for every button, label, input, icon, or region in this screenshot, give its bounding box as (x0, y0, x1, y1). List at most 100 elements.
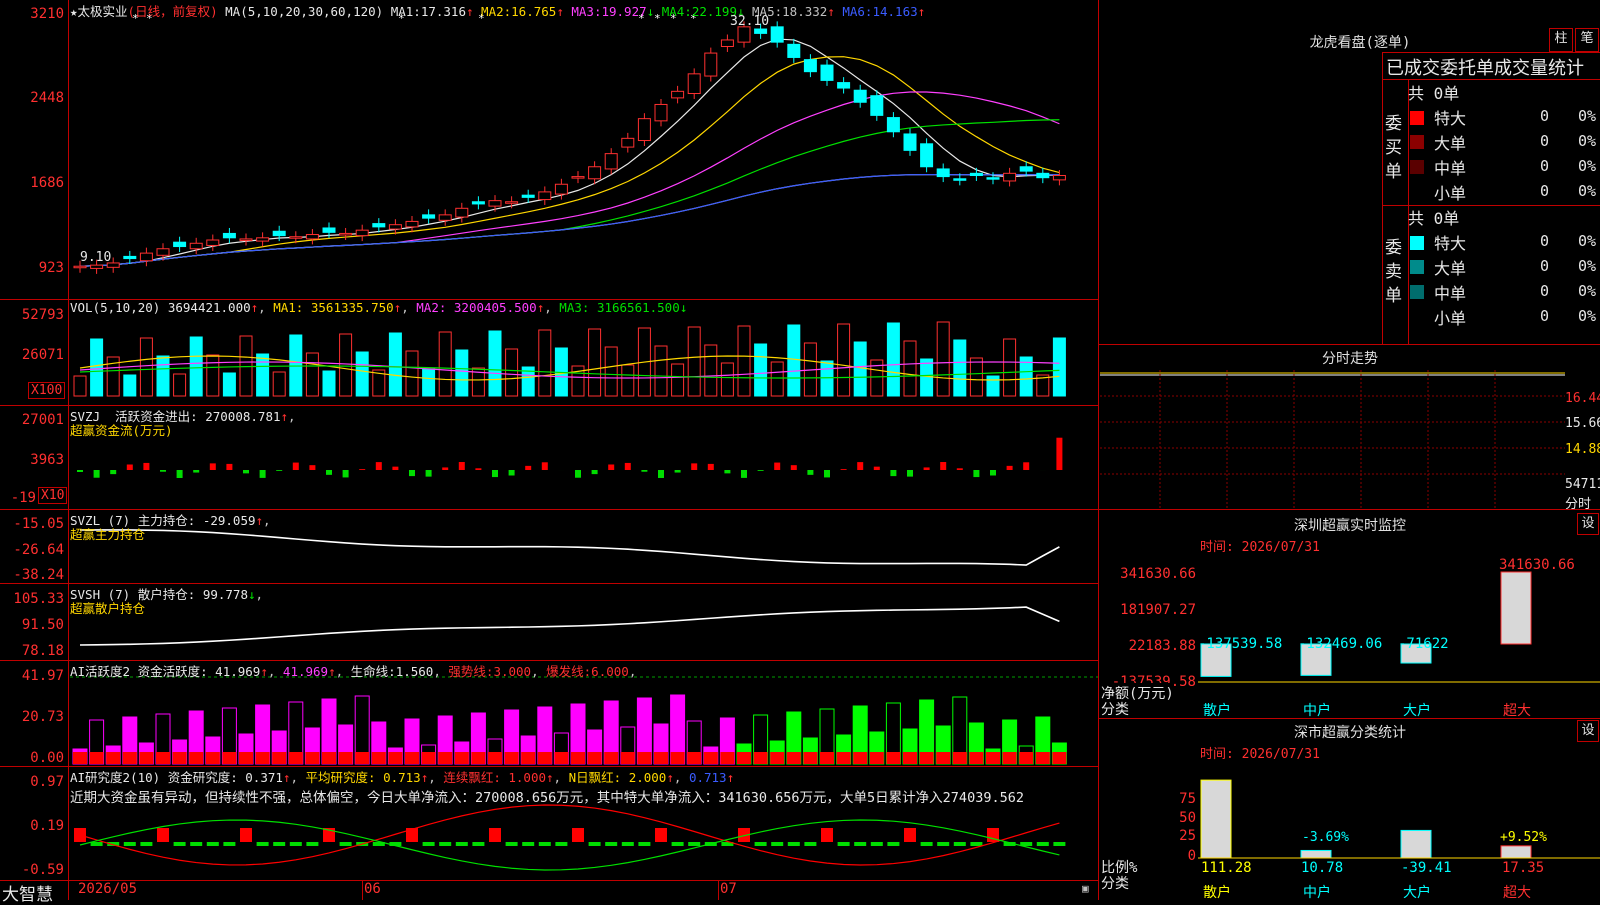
ma-params[interactable]: MA(5,10,20,30,60,120) (225, 4, 383, 19)
research-bar (489, 828, 501, 842)
research-bar (605, 842, 617, 846)
volume-bar (921, 359, 933, 396)
vol-unit-badge[interactable]: X100 (28, 382, 65, 399)
svzj-unit-badge[interactable]: X10 (38, 487, 67, 504)
row-pct: 0% (1578, 282, 1596, 300)
candle-body (423, 215, 435, 218)
research-bar (257, 842, 269, 846)
research-bar (688, 842, 700, 846)
activity-base-bar (1036, 752, 1050, 764)
active-y-tick: 20.73 (0, 709, 64, 725)
activity-base-bar (355, 752, 369, 764)
research-bar (838, 842, 850, 846)
candle-body (257, 238, 269, 241)
candle-body (854, 90, 866, 102)
row-label: 小单 (1434, 305, 1466, 329)
ss-bar (1501, 846, 1531, 858)
candle-body (970, 173, 982, 175)
sz-bar-value: -132469.06 (1298, 636, 1382, 652)
activity-base-bar (870, 752, 884, 764)
ss-cat-label: 分类 (1101, 873, 1129, 893)
research-bar (655, 828, 667, 842)
activity-base-bar (604, 752, 618, 764)
research-bar (506, 842, 518, 846)
candle-body (1037, 173, 1049, 177)
volume-bar (1053, 338, 1065, 396)
intraday-title: 分时走势 (1250, 348, 1450, 368)
ss-bar (1201, 780, 1231, 858)
fund-flow-bar (907, 470, 913, 477)
activity-base-bar (206, 752, 220, 764)
lock-icon[interactable]: ▣ (1082, 882, 1089, 895)
volume-bar (970, 358, 982, 396)
fund-flow-bar (1023, 462, 1029, 470)
activity-base-bar (422, 752, 436, 764)
candle-body (207, 240, 219, 245)
research-bar (306, 842, 318, 846)
candle-body (389, 225, 401, 229)
activity-base-bar (687, 752, 701, 764)
ss-settings-button[interactable]: 设 (1577, 720, 1599, 742)
dragon-divider (1382, 52, 1600, 53)
svzl-sub: 超赢主力持仓 (70, 524, 145, 543)
candle-body (240, 239, 252, 241)
bar-mode-button[interactable]: 柱 (1549, 28, 1573, 52)
retail-position-line (80, 607, 1059, 645)
color-swatch (1410, 135, 1424, 149)
volume-bar (589, 329, 601, 396)
row-label: 大单 (1434, 130, 1466, 154)
row-label: 中单 (1434, 280, 1466, 304)
volume-bar (954, 340, 966, 396)
date-divider (362, 880, 363, 900)
research-bar (638, 842, 650, 846)
research-bar (456, 842, 468, 846)
color-swatch (1410, 160, 1424, 174)
stock-name[interactable]: 太极实业 (78, 4, 128, 19)
research-bar (672, 842, 684, 846)
fund-flow-bar (177, 470, 183, 478)
fund-flow-bar (426, 470, 432, 477)
activity-base-bar (820, 752, 834, 764)
activity-base-bar (837, 752, 851, 764)
svzj-y-tick: 27001 (0, 412, 64, 428)
activity-base-bar (903, 752, 917, 764)
candle-body (1020, 167, 1032, 171)
tick-mode-button[interactable]: 笔 (1575, 28, 1599, 52)
research-bar (937, 842, 949, 846)
ma-line-1 (80, 39, 1059, 266)
chart-period[interactable]: (日线，前复权) (128, 4, 218, 19)
main-y-tick: 2448 (0, 90, 64, 106)
candle-body (356, 230, 368, 235)
activity-base-bar (173, 752, 187, 764)
intraday-border (1099, 344, 1600, 345)
date-divider (718, 880, 719, 900)
activity-base-bar (920, 752, 934, 764)
volume-bar (688, 327, 700, 396)
volume-bar (887, 323, 899, 396)
main-y-tick: 923 (0, 260, 64, 276)
buy-total: 共 0单 (1408, 80, 1459, 104)
activity-base-bar (123, 752, 137, 764)
ss-y-tick: 75 (1160, 791, 1196, 807)
color-swatch (1410, 285, 1424, 299)
fund-flow-bar (774, 463, 780, 470)
intraday-vol-tick: 54711 (1565, 477, 1600, 492)
sz-y-tick: 181907.27 (1100, 602, 1196, 618)
sz-bar-value: -71622 (1398, 636, 1449, 652)
sz-settings-button[interactable]: 设 (1577, 513, 1599, 535)
candle-body (771, 27, 783, 42)
research-bar (622, 842, 634, 846)
research-bar (572, 828, 584, 842)
research-bar (921, 842, 933, 846)
activity-base-bar (1003, 752, 1017, 764)
candle-body (821, 65, 833, 80)
brand-logo[interactable]: 大智慧 (2, 880, 53, 905)
volume-bar (406, 351, 418, 396)
fund-flow-bar (890, 470, 896, 476)
candle-body (589, 167, 601, 179)
research-bar (970, 842, 982, 846)
volume-bar (273, 372, 285, 396)
date-tick: 07 (720, 881, 737, 897)
research-bar (854, 842, 866, 846)
main-chart-svg[interactable]: ******** (0, 0, 1600, 900)
